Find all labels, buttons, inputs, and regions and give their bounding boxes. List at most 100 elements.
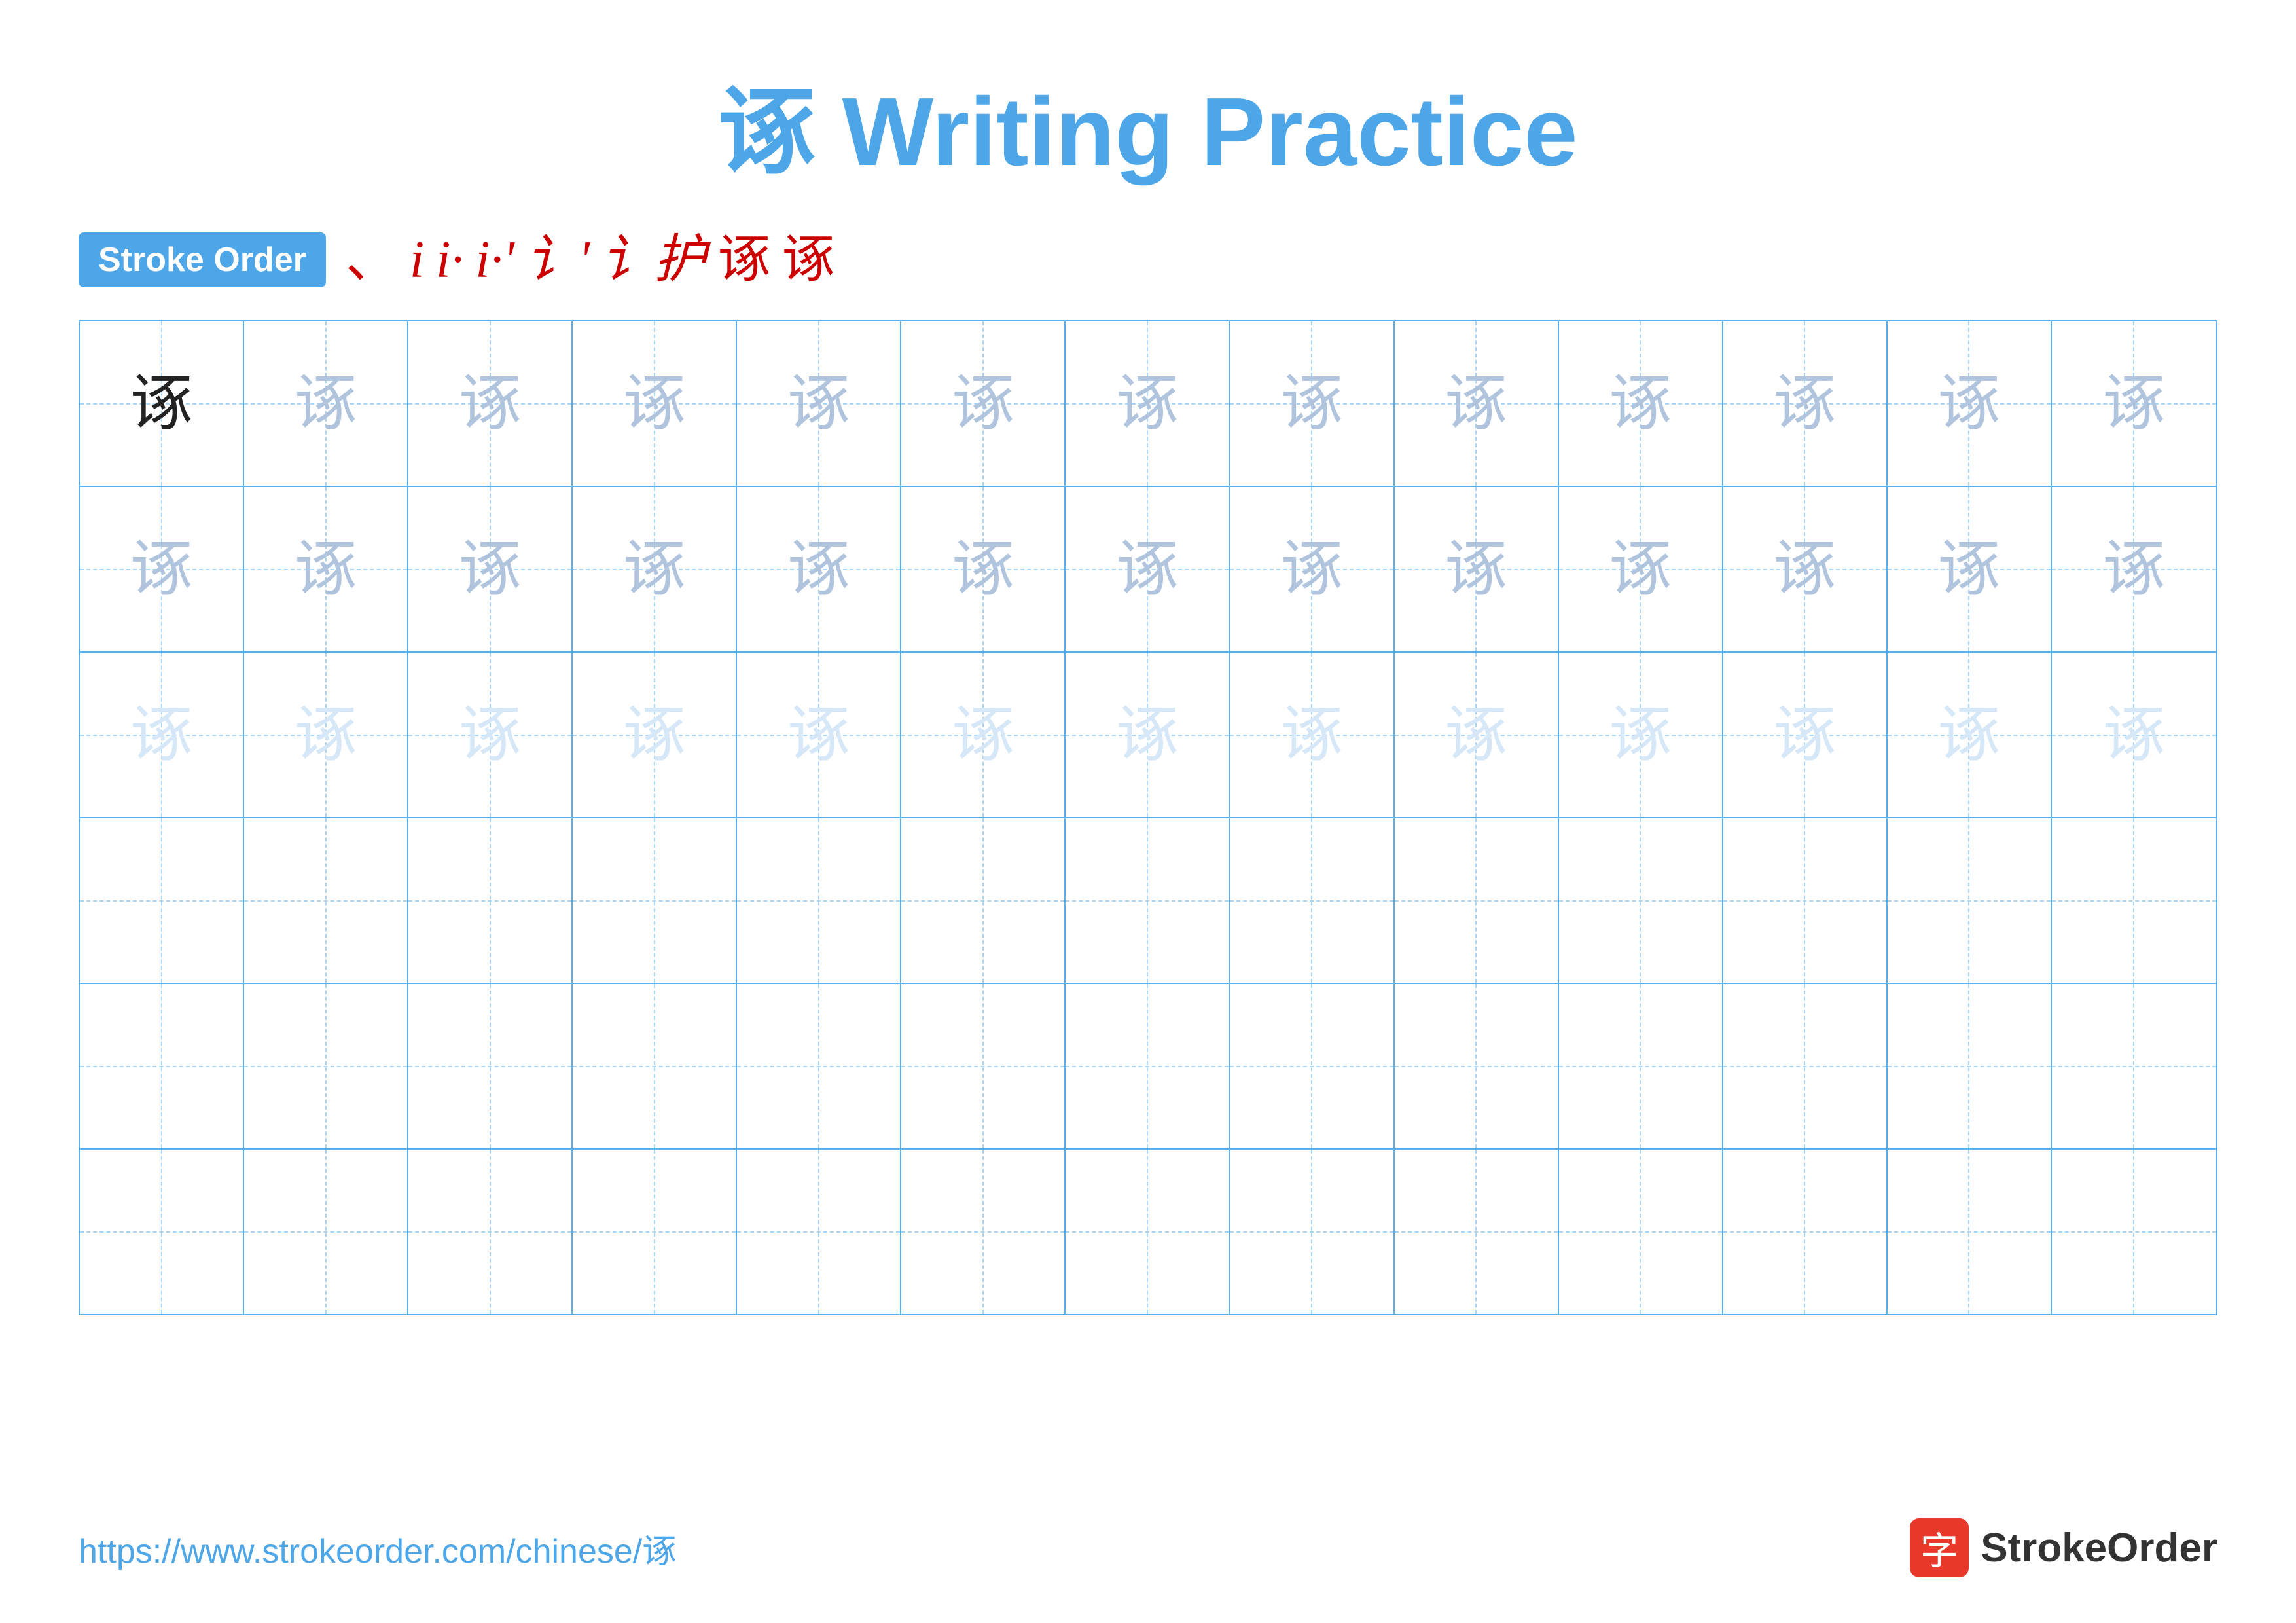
stroke-sequence: 、 i i· i·' 讠' 讠护 诼 诼 [346, 234, 834, 286]
char-medium: 诼 [1774, 373, 1836, 435]
char-medium: 诼 [2103, 373, 2165, 435]
grid-cell-5-10 [1559, 984, 1723, 1148]
stroke-7: 诼 [718, 234, 770, 286]
char-light: 诼 [1280, 704, 1342, 766]
grid-cell-6-4 [573, 1150, 737, 1314]
grid-cell-5-12 [1888, 984, 2052, 1148]
grid-cell-2-4: 诼 [573, 487, 737, 651]
grid-cell-6-1 [80, 1150, 244, 1314]
char-medium: 诼 [1774, 538, 1836, 600]
grid-cell-6-12 [1888, 1150, 2052, 1314]
logo-char: 字 [1920, 1520, 1958, 1575]
logo-text: StrokeOrder [1981, 1525, 2217, 1571]
grid-cell-1-10: 诼 [1559, 321, 1723, 486]
char-medium: 诼 [459, 373, 521, 435]
grid-cell-5-5 [737, 984, 901, 1148]
grid-cell-1-2: 诼 [244, 321, 408, 486]
stroke-2: i [410, 234, 424, 286]
grid-cell-5-6 [901, 984, 1066, 1148]
grid-cell-3-2: 诼 [244, 653, 408, 817]
grid-cell-3-9: 诼 [1395, 653, 1559, 817]
grid-cell-5-4 [573, 984, 737, 1148]
grid-row-1: 诼 诼 诼 诼 诼 诼 诼 诼 诼 诼 诼 诼 诼 [80, 321, 2216, 487]
grid-row-3: 诼 诼 诼 诼 诼 诼 诼 诼 诼 诼 诼 诼 诼 [80, 653, 2216, 818]
grid-cell-4-10 [1559, 818, 1723, 983]
practice-grid: 诼 诼 诼 诼 诼 诼 诼 诼 诼 诼 诼 诼 诼 诼 诼 诼 诼 诼 诼 诼 … [79, 320, 2217, 1315]
grid-cell-6-2 [244, 1150, 408, 1314]
char-light: 诼 [2103, 704, 2165, 766]
char-light: 诼 [787, 704, 850, 766]
char-medium: 诼 [1609, 538, 1672, 600]
grid-cell-1-9: 诼 [1395, 321, 1559, 486]
stroke-4: i·' [475, 234, 514, 286]
grid-cell-1-6: 诼 [901, 321, 1066, 486]
char-medium: 诼 [623, 538, 685, 600]
grid-cell-3-8: 诼 [1230, 653, 1394, 817]
char-medium: 诼 [623, 373, 685, 435]
grid-cell-4-4 [573, 818, 737, 983]
grid-cell-3-6: 诼 [901, 653, 1066, 817]
grid-cell-2-12: 诼 [1888, 487, 2052, 651]
stroke-3: i· [436, 234, 463, 286]
char-medium: 诼 [952, 373, 1014, 435]
char-medium: 诼 [1116, 373, 1178, 435]
grid-cell-5-8 [1230, 984, 1394, 1148]
stroke-1: 、 [346, 234, 398, 286]
grid-cell-5-7 [1066, 984, 1230, 1148]
char-light: 诼 [1774, 704, 1836, 766]
grid-cell-4-7 [1066, 818, 1230, 983]
char-medium: 诼 [295, 538, 357, 600]
grid-row-4 [80, 818, 2216, 984]
grid-cell-2-5: 诼 [737, 487, 901, 651]
char-medium: 诼 [787, 538, 850, 600]
char-light: 诼 [1938, 704, 2000, 766]
grid-cell-6-9 [1395, 1150, 1559, 1314]
char-light: 诼 [295, 704, 357, 766]
footer-logo: 字 StrokeOrder [1910, 1518, 2217, 1577]
grid-cell-1-11: 诼 [1723, 321, 1888, 486]
grid-row-5 [80, 984, 2216, 1150]
grid-cell-2-7: 诼 [1066, 487, 1230, 651]
footer: https://www.strokeorder.com/chinese/诼 字 … [79, 1518, 2217, 1577]
grid-cell-6-5 [737, 1150, 901, 1314]
grid-cell-2-8: 诼 [1230, 487, 1394, 651]
grid-cell-6-10 [1559, 1150, 1723, 1314]
grid-cell-2-13: 诼 [2052, 487, 2216, 651]
grid-cell-6-6 [901, 1150, 1066, 1314]
char-medium: 诼 [1280, 538, 1342, 600]
grid-cell-2-9: 诼 [1395, 487, 1559, 651]
grid-cell-4-5 [737, 818, 901, 983]
grid-cell-3-3: 诼 [408, 653, 573, 817]
char-light: 诼 [1116, 704, 1178, 766]
stroke-8: 诼 [782, 234, 834, 286]
grid-cell-2-6: 诼 [901, 487, 1066, 651]
page-container: 诼 Writing Practice Stroke Order 、 i i· i… [0, 0, 2296, 1623]
grid-cell-6-8 [1230, 1150, 1394, 1314]
grid-cell-4-9 [1395, 818, 1559, 983]
char-medium: 诼 [952, 538, 1014, 600]
grid-cell-2-11: 诼 [1723, 487, 1888, 651]
grid-cell-5-11 [1723, 984, 1888, 1148]
grid-cell-6-13 [2052, 1150, 2216, 1314]
footer-url[interactable]: https://www.strokeorder.com/chinese/诼 [79, 1523, 676, 1573]
grid-cell-3-10: 诼 [1559, 653, 1723, 817]
grid-cell-3-12: 诼 [1888, 653, 2052, 817]
grid-cell-1-13: 诼 [2052, 321, 2216, 486]
grid-cell-6-7 [1066, 1150, 1230, 1314]
grid-cell-6-3 [408, 1150, 573, 1314]
grid-cell-1-7: 诼 [1066, 321, 1230, 486]
grid-cell-4-13 [2052, 818, 2216, 983]
strokeorder-logo-icon: 字 [1910, 1518, 1969, 1577]
char-medium: 诼 [1938, 373, 2000, 435]
stroke-order-row: Stroke Order 、 i i· i·' 讠' 讠护 诼 诼 [79, 232, 2217, 287]
grid-cell-2-3: 诼 [408, 487, 573, 651]
grid-cell-3-4: 诼 [573, 653, 737, 817]
grid-row-6 [80, 1150, 2216, 1314]
grid-cell-3-7: 诼 [1066, 653, 1230, 817]
grid-cell-4-1 [80, 818, 244, 983]
char-light: 诼 [130, 704, 192, 766]
grid-cell-3-13: 诼 [2052, 653, 2216, 817]
grid-cell-4-6 [901, 818, 1066, 983]
grid-cell-4-3 [408, 818, 573, 983]
char-dark: 诼 [130, 373, 192, 435]
